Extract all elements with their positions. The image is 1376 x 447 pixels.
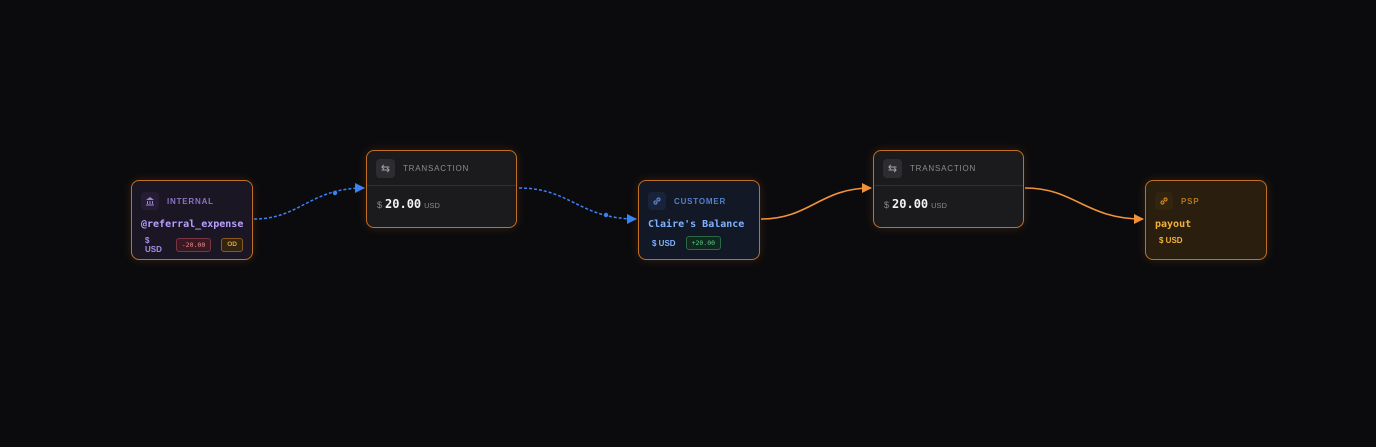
balance-badge: +20.00 xyxy=(685,236,722,250)
transaction-header: ⇆ TRANSACTION xyxy=(874,151,1023,186)
edge-dot xyxy=(603,212,609,218)
transaction-node-1[interactable]: ⇆ TRANSACTION $ 20.00 USD xyxy=(366,150,517,228)
link-icon xyxy=(1155,192,1173,210)
transaction-header: ⇆ TRANSACTION xyxy=(367,151,516,186)
transaction-amount: 20.00 xyxy=(892,197,929,211)
currency-label: $ USD xyxy=(1159,236,1183,245)
edge-customer-to-transaction xyxy=(760,183,872,220)
account-node-internal[interactable]: INTERNAL @referral_expense $ USD -20.00 … xyxy=(131,180,253,260)
account-type-label: PSP xyxy=(1181,196,1200,206)
balance-badge: -20.00 xyxy=(175,238,212,252)
account-header: INTERNAL xyxy=(141,191,243,211)
edge-transaction-to-customer xyxy=(518,187,637,224)
transaction-currency: USD xyxy=(424,201,440,210)
transaction-type-label: TRANSACTION xyxy=(403,163,470,173)
bank-icon xyxy=(141,192,159,210)
account-header: CUSTOMER xyxy=(648,191,750,211)
transaction-amount-row: $ 20.00 USD xyxy=(874,186,1023,211)
account-meta: $ USD xyxy=(1155,236,1257,245)
transaction-node-2[interactable]: ⇆ TRANSACTION $ 20.00 USD xyxy=(873,150,1024,228)
currency-symbol: $ xyxy=(377,200,383,210)
swap-arrows-icon: ⇆ xyxy=(376,158,395,178)
currency-label: $ USD xyxy=(145,236,162,254)
swap-arrows-icon: ⇆ xyxy=(883,158,902,178)
edge-internal-to-transaction xyxy=(253,183,365,220)
account-meta: $ USD -20.00 OD xyxy=(141,236,243,254)
currency-label: $ USD xyxy=(652,238,676,248)
edge-transaction-to-psp xyxy=(1024,187,1144,224)
transaction-type-label: TRANSACTION xyxy=(910,163,977,173)
transaction-amount-row: $ 20.00 USD xyxy=(367,186,516,211)
account-node-customer[interactable]: CUSTOMER Claire's Balance $ USD +20.00 xyxy=(638,180,760,260)
account-header: PSP xyxy=(1155,191,1257,211)
flow-canvas[interactable]: INTERNAL @referral_expense $ USD -20.00 … xyxy=(0,0,1376,447)
account-meta: $ USD +20.00 xyxy=(648,236,750,250)
account-name: payout xyxy=(1155,219,1192,230)
account-node-psp[interactable]: PSP payout $ USD xyxy=(1145,180,1267,260)
currency-symbol: $ xyxy=(884,200,890,210)
transaction-currency: USD xyxy=(931,201,947,210)
account-type-label: INTERNAL xyxy=(167,196,214,206)
link-icon xyxy=(648,192,666,210)
edge-dot xyxy=(332,190,338,196)
overdraft-badge: OD xyxy=(221,238,243,252)
account-name: @referral_expense xyxy=(141,219,244,230)
account-name: Claire's Balance xyxy=(648,219,745,230)
account-type-label: CUSTOMER xyxy=(674,196,727,206)
transaction-amount: 20.00 xyxy=(385,197,422,211)
